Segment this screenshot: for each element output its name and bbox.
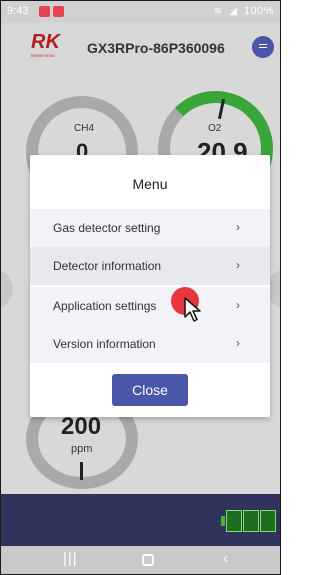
- notification-icon: [39, 6, 50, 17]
- riken-keiki-logo: RK RIKEN KEIKI: [31, 31, 61, 61]
- chevron-right-icon: ›: [236, 220, 240, 234]
- battery-cell: [260, 510, 276, 532]
- close-button[interactable]: Close: [112, 374, 188, 406]
- chevron-right-icon: ›: [236, 258, 240, 272]
- battery-percent: 100%: [243, 5, 274, 17]
- device-name: GX3RPro-86P360096: [87, 40, 225, 56]
- system-nav-bar: ||| ‹: [1, 546, 280, 574]
- recent-apps-button[interactable]: |||: [63, 550, 78, 567]
- left-gauge-edge: [1, 269, 13, 309]
- menu-item-gas-detector-setting[interactable]: Gas detector setting ›: [30, 209, 270, 247]
- bottom-gauge-needle: [80, 462, 83, 480]
- menu-item-label: Application settings: [53, 299, 157, 313]
- menu-item-label: Version information: [53, 337, 156, 351]
- status-indicators: ≋ ◢ 100%: [214, 5, 274, 17]
- menu-item-detector-information[interactable]: Detector information ›: [30, 247, 270, 285]
- battery-cell: [226, 510, 242, 532]
- app-header: RK RIKEN KEIKI GX3RPro-86P360096: [1, 23, 280, 73]
- menu-item-version-information[interactable]: Version information ›: [30, 325, 270, 363]
- back-button[interactable]: ‹: [223, 550, 228, 567]
- logo-mark: RK: [31, 31, 60, 53]
- menu-item-application-settings[interactable]: Application settings ›: [30, 287, 270, 325]
- dialog-title: Menu: [132, 176, 168, 192]
- status-bar: 9:43 ≋ ◢ 100%: [1, 1, 280, 23]
- battery-icon: [221, 510, 277, 532]
- menu-item-label: Detector information: [53, 259, 162, 273]
- chevron-right-icon: ›: [236, 298, 240, 312]
- o2-gauge-label: O2: [208, 123, 222, 134]
- signal-icon: ◢: [229, 6, 238, 17]
- ch4-gauge-label: CH4: [74, 123, 95, 134]
- menu-icon: [259, 44, 267, 45]
- battery-cap: [221, 516, 225, 526]
- bottom-gauge-unit: ppm: [71, 443, 93, 455]
- bottom-gauge-value: 200: [61, 413, 102, 440]
- chevron-right-icon: ›: [236, 336, 240, 350]
- menu-item-label: Gas detector setting: [53, 221, 161, 235]
- home-button[interactable]: [142, 554, 154, 566]
- logo-subtext: RIKEN KEIKI: [31, 53, 55, 58]
- notification-icon: [53, 6, 64, 17]
- app-screen: 9:43 ≋ ◢ 100% RK RIKEN KEIKI GX3RPro-86P…: [0, 0, 281, 575]
- battery-cell: [243, 510, 259, 532]
- menu-button[interactable]: [252, 36, 274, 58]
- detector-status-bar: [1, 494, 280, 546]
- wifi-icon: ≋: [213, 6, 223, 17]
- menu-dialog: Menu Gas detector setting › Detector inf…: [30, 155, 270, 417]
- status-time: 9:43: [7, 5, 29, 17]
- pointer-cursor-icon: [184, 297, 201, 322]
